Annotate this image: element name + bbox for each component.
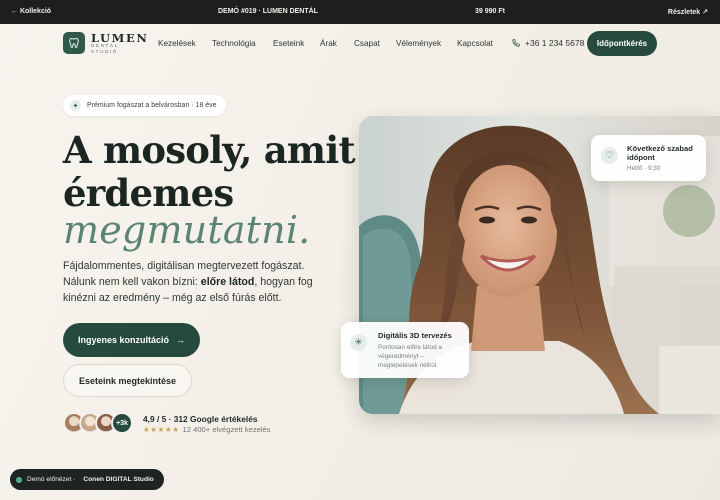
view-cases-button[interactable]: Eseteink megtekintése (63, 364, 192, 397)
hero-description: Fájdalommentes, digitálisan megtervezett… (63, 259, 323, 306)
free-consultation-button[interactable]: Ingyenes konzultáció → (63, 323, 200, 357)
reviewer-avatars: +3k (63, 412, 135, 434)
treatments-count-label: 12 400+ elvégzett kezelés (182, 425, 271, 434)
hero-description-bold: előre látod (200, 275, 255, 288)
demo-preview-label: Demó előnézet · (27, 476, 76, 483)
phone-link[interactable]: +36 1 234 5678 (512, 38, 584, 48)
nav-item-velemenyek[interactable]: Vélemények (396, 39, 441, 48)
phone-icon (512, 39, 520, 47)
snowflake-icon: ✳ (350, 334, 367, 351)
avatar-more-count: +3k (111, 412, 133, 434)
nav-item-eseteink[interactable]: Eseteink (273, 39, 304, 48)
brand-subtitle: DENTÁL STÚDIÓ (91, 43, 119, 54)
demo-label: DEMÓ #019 · LUMEN DENTÁL (218, 8, 318, 15)
premium-badge: ✦ Prémium fogászat a belvárosban · 18 év… (63, 95, 226, 116)
nav-item-arak[interactable]: Árak (320, 39, 337, 48)
free-consultation-label: Ingyenes konzultáció (77, 335, 170, 345)
treatments-count: ★★★★★ 12 400+ elvégzett kezelés (143, 425, 271, 434)
price-label: 39 990 Ft (475, 8, 505, 15)
hero-title-line-1: A mosoly, amit (63, 128, 356, 172)
tooth-icon (69, 38, 79, 48)
details-link[interactable]: Részletek ↗ (668, 8, 708, 16)
hero-title-line-3: megmutatni. (63, 208, 311, 252)
digital-3d-planning-card: ✳ Digitális 3D tervezés Pontosan előre l… (341, 322, 469, 378)
back-to-collection-link[interactable]: ← Kollekció (11, 8, 51, 15)
heart-icon: ♡ (601, 147, 618, 164)
demo-preview-bar[interactable]: Demó előnézet · Conen DIGITAL Studio (10, 469, 164, 490)
nav-item-technologia[interactable]: Technológia (212, 39, 256, 48)
arrow-right-icon: → (176, 335, 186, 345)
studio-name: Conen DIGITAL Studio (83, 476, 154, 483)
premium-badge-label: Prémium fogászat a belvárosban · 18 éve (87, 102, 217, 109)
logo-mark[interactable] (63, 32, 85, 54)
nav-item-kezelesek[interactable]: Kezelések (158, 39, 196, 48)
planning-description: Pontosan előre látod a végeredményt – me… (378, 344, 442, 369)
nav-item-kapcsolat[interactable]: Kapcsolat (457, 39, 493, 48)
nav-item-csapat[interactable]: Csapat (354, 39, 380, 48)
next-slot-title: Következő szabad időpont (627, 144, 693, 162)
sparkle-icon: ✦ (70, 100, 81, 111)
next-slot-time: Hétfő · 9:30 (627, 165, 661, 172)
appointment-button[interactable]: Időpontkérés (587, 31, 657, 56)
next-slot-card[interactable]: ♡ Következő szabad időpont Hétfő · 9:30 (591, 135, 706, 181)
rating-summary: 4,9 / 5 · 312 Google értékelés (143, 414, 258, 424)
planning-title: Digitális 3D tervezés (378, 331, 452, 340)
top-bar: ← Kollekció DEMÓ #019 · LUMEN DENTÁL 39 … (0, 0, 720, 24)
phone-number: +36 1 234 5678 (525, 38, 585, 48)
status-dot (16, 476, 22, 483)
rating-stars: ★★★★★ (143, 425, 180, 434)
